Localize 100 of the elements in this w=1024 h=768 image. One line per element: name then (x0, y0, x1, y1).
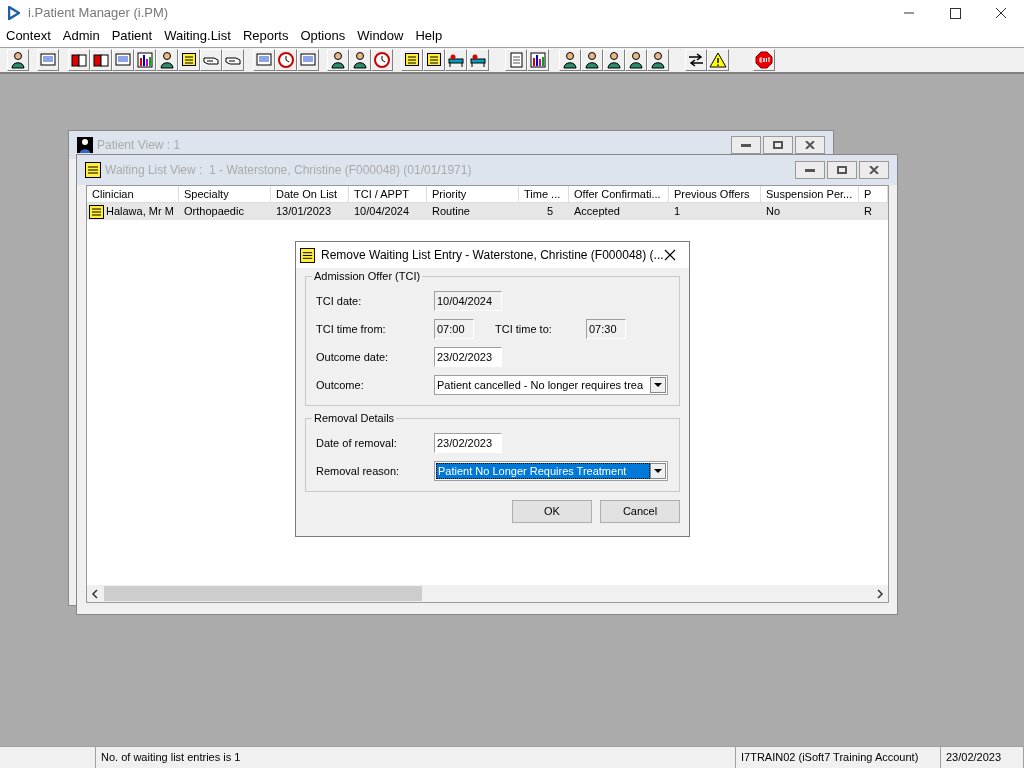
close-icon (805, 141, 815, 149)
field-label: Date of removal: (316, 435, 398, 451)
dropdown-arrow-icon (654, 469, 662, 473)
person-icon (329, 51, 347, 69)
warning-icon (709, 51, 727, 69)
toolbar-button[interactable] (685, 49, 707, 71)
group-legend: Removal Details (312, 411, 397, 425)
screen-icon (39, 51, 57, 69)
person-icon (649, 51, 667, 69)
status-text: No. of waiting list entries is 1 (96, 747, 736, 768)
bar-chart-icon (529, 51, 547, 69)
horizontal-scrollbar[interactable] (87, 585, 888, 602)
column-header[interactable]: Previous Offers (669, 186, 761, 203)
group-legend: Admission Offer (TCI) (312, 269, 423, 283)
toolbar-button[interactable] (90, 49, 112, 71)
dropdown-arrow-icon (654, 383, 662, 387)
person-icon (561, 51, 579, 69)
table-cell-text: Accepted (574, 204, 620, 220)
column-header[interactable]: Suspension Per... (761, 186, 859, 203)
window-title: Patient View : 1 (97, 137, 181, 154)
close-icon (869, 166, 879, 174)
minimize-icon (741, 143, 751, 147)
column-header[interactable]: P (859, 186, 888, 203)
dialog-button[interactable]: OK (512, 500, 592, 523)
close-icon[interactable] (664, 249, 676, 261)
menu-item[interactable]: Help (409, 26, 449, 46)
toolbar-button[interactable] (707, 49, 729, 71)
column-header[interactable]: Priority (427, 186, 519, 203)
close-button[interactable] (859, 161, 889, 179)
scrollbar-thumb[interactable] (104, 586, 422, 601)
status-text: 23/02/2023 (941, 747, 1024, 768)
toolbar-button[interactable] (134, 49, 156, 71)
menu-item[interactable]: Waiting.List (158, 26, 237, 46)
dropdown[interactable]: Patient No Longer Requires Treatment (434, 461, 668, 481)
document-icon (507, 51, 525, 69)
menu-item[interactable]: Admin (56, 26, 106, 46)
toolbar-button[interactable] (327, 49, 349, 71)
toolbar-button[interactable] (401, 49, 423, 71)
menu-item[interactable]: Reports (236, 26, 295, 46)
field-label: Outcome: (316, 377, 365, 393)
toolbar-button[interactable] (753, 49, 775, 71)
minimize-icon (805, 168, 815, 172)
input-field[interactable]: 23/02/2023 (434, 347, 502, 367)
table-cell-text: R (864, 204, 872, 220)
toolbar-button[interactable] (349, 49, 371, 71)
notepad-icon (85, 162, 101, 178)
column-header[interactable]: Specialty (179, 186, 271, 203)
screen-icon (114, 51, 132, 69)
toolbar-button[interactable] (603, 49, 625, 71)
toolbar-button[interactable] (625, 49, 647, 71)
toolbar-button[interactable] (7, 49, 29, 71)
notepad-icon (403, 51, 421, 69)
toolbar-button[interactable] (467, 49, 489, 71)
table-cell-text: 13/01/2023 (276, 204, 332, 220)
notepad-icon (89, 204, 104, 219)
toolbar-button[interactable] (178, 49, 200, 71)
notepad-icon (300, 247, 315, 263)
column-header[interactable]: Offer Confirmati... (569, 186, 669, 203)
toolbar-button[interactable] (559, 49, 581, 71)
clock-icon (277, 51, 295, 69)
window-title: i.Patient Manager (i.PM) (28, 3, 169, 22)
person-icon (627, 51, 645, 69)
table-cell-text: Halawa, Mr M (106, 204, 174, 220)
menu-item[interactable]: Context (0, 26, 57, 46)
toolbar-button[interactable] (581, 49, 603, 71)
menu-item[interactable]: Window (351, 26, 410, 46)
toolbar-button[interactable] (445, 49, 467, 71)
table-row[interactable]: Halawa, Mr M Orthopaedic 13/01/2023 10/04/2024 Routine 5 Accepted 1 No R (87, 203, 888, 220)
person-icon (605, 51, 623, 69)
dialog-button[interactable]: Cancel (600, 500, 680, 523)
patient-icon (77, 137, 93, 153)
toolbar-button[interactable] (647, 49, 669, 71)
toolbar-button[interactable] (527, 49, 549, 71)
stop-sign-icon (755, 51, 773, 69)
toolbar-button[interactable] (423, 49, 445, 71)
screen-icon (255, 51, 273, 69)
menu-item[interactable]: Patient (105, 26, 159, 46)
window-title: Waiting List View : 1 - Waterstone, Christine (F000048) (01/01/1971) (105, 162, 472, 179)
menu-item[interactable]: Options (294, 26, 352, 46)
restore-button[interactable] (827, 161, 857, 179)
table-cell-text: 5 (546, 204, 553, 220)
column-header[interactable]: Time ... (519, 186, 569, 203)
input-field[interactable]: 23/02/2023 (434, 433, 502, 453)
minimize-button[interactable] (795, 161, 825, 179)
column-header[interactable]: Date On List (271, 186, 349, 203)
column-header[interactable]: TCI / APPT (349, 186, 427, 203)
restore-button[interactable] (763, 136, 793, 154)
toolbar-button[interactable] (68, 49, 90, 71)
book-icon (70, 51, 88, 69)
clock-icon (373, 51, 391, 69)
dropdown[interactable]: Patient cancelled - No longer requires trea (434, 375, 668, 395)
toolbar-button[interactable] (156, 49, 178, 71)
person-icon (9, 51, 27, 69)
close-button[interactable] (795, 136, 825, 154)
restore-icon (837, 166, 847, 174)
column-header[interactable]: Clinician (87, 186, 179, 203)
arrows-icon (687, 51, 705, 69)
notepad-icon (180, 51, 198, 69)
minimize-button[interactable] (731, 136, 761, 154)
field-label: Outcome date: (316, 349, 390, 365)
